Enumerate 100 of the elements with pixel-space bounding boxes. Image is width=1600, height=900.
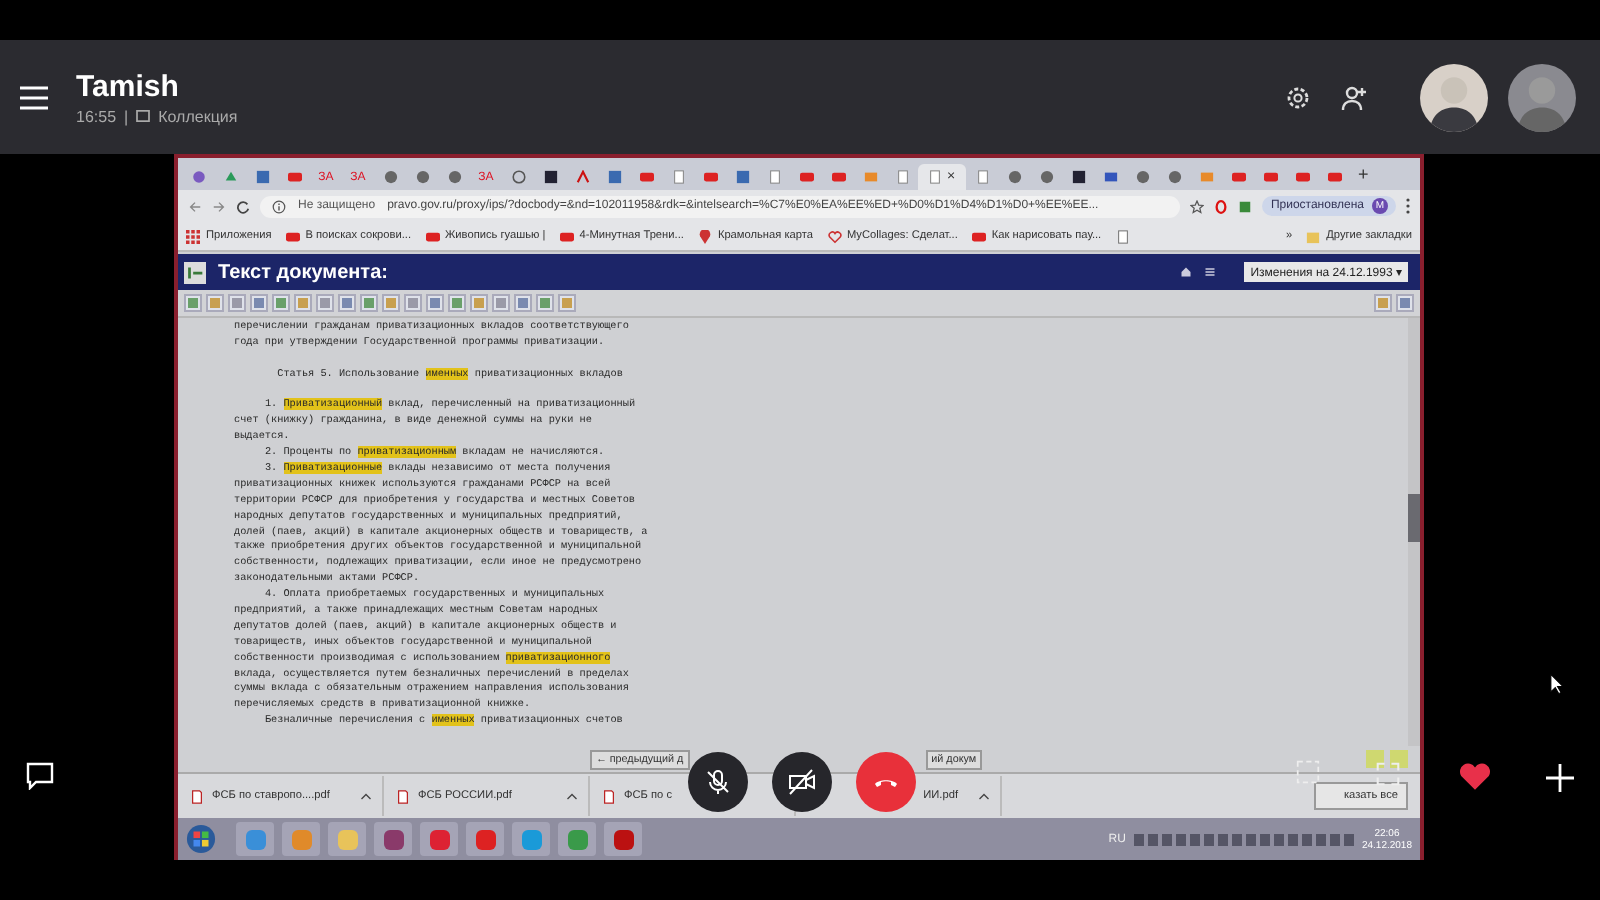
toolbar-icon (562, 298, 572, 308)
globe-icon (1135, 170, 1149, 184)
extension-icon[interactable] (1238, 199, 1253, 213)
page-icon (735, 170, 749, 184)
back-icon[interactable] (188, 199, 202, 213)
globe-icon (415, 170, 429, 184)
pdf-icon (190, 789, 204, 803)
page-icon (255, 170, 269, 184)
screen-share-icon[interactable] (1296, 760, 1320, 784)
settings-icon[interactable] (1284, 83, 1312, 111)
page-icon (767, 170, 781, 184)
toolbar-icon (1400, 298, 1410, 308)
clock-icon (511, 170, 525, 184)
document-title: Текст документа: (218, 261, 388, 283)
avatar[interactable] (1420, 63, 1488, 131)
mail-icon (863, 170, 877, 184)
caret-icon[interactable] (566, 792, 578, 800)
caret-icon[interactable] (978, 792, 990, 800)
star-icon[interactable] (1190, 199, 1205, 213)
reload-icon[interactable] (236, 199, 250, 213)
add-icon[interactable] (1546, 764, 1574, 792)
globe-icon (1167, 170, 1181, 184)
app-icon (291, 829, 311, 849)
app-icon (475, 829, 495, 849)
taskbar-button[interactable] (466, 822, 504, 856)
avatar[interactable] (1508, 63, 1576, 131)
menu-icon[interactable] (20, 85, 48, 109)
app-icon (383, 829, 403, 849)
gallery-icon (136, 110, 151, 122)
video-icon (1231, 170, 1245, 184)
page-icon (975, 170, 989, 184)
toolbar-icon (320, 298, 330, 308)
heart-icon[interactable] (1458, 762, 1492, 792)
opera-icon[interactable] (1214, 199, 1229, 213)
video-icon (285, 229, 300, 243)
page-icon (895, 170, 909, 184)
new-tab-button[interactable]: + (1358, 164, 1369, 184)
contact-name: Tamish (76, 69, 181, 103)
start-button[interactable] (186, 824, 216, 854)
flag-icon (1103, 170, 1117, 184)
fullscreen-icon[interactable] (1376, 762, 1400, 786)
video-icon (287, 170, 301, 184)
document-logo-icon (184, 261, 206, 283)
bookmark[interactable] (1115, 229, 1130, 243)
call-time: 16:55 (76, 107, 117, 125)
toolbar-icon (540, 298, 550, 308)
caret-icon[interactable] (360, 792, 372, 800)
info-icon[interactable] (272, 199, 286, 213)
app-icon (567, 829, 587, 849)
video-icon (831, 170, 845, 184)
heart-icon (827, 229, 841, 243)
toolbar-icon (1378, 298, 1388, 308)
toolbar-icon (364, 298, 374, 308)
taskbar-button[interactable] (604, 822, 642, 856)
apps-grid-icon (186, 229, 200, 243)
camera-off-icon (788, 768, 816, 796)
globe-icon (1039, 170, 1053, 184)
video-icon (1295, 170, 1309, 184)
app-icon (613, 829, 633, 849)
toolbar-icon (232, 298, 242, 308)
taskbar-button[interactable] (374, 822, 412, 856)
mail-icon (1199, 170, 1213, 184)
app-icon (191, 170, 205, 184)
toolbar-icon (474, 298, 484, 308)
toolbar-icon (496, 298, 506, 308)
scrollbar[interactable] (1408, 318, 1420, 746)
app-icon (245, 829, 265, 849)
page-icon (1115, 229, 1130, 243)
video-icon (559, 229, 574, 243)
home-icon[interactable] (1180, 266, 1193, 278)
video-icon (703, 170, 717, 184)
pdf-icon (396, 789, 410, 803)
scroll-thumb[interactable] (1408, 494, 1420, 542)
video-icon (971, 229, 986, 243)
page-icon (607, 170, 621, 184)
toolbar-icon (342, 298, 352, 308)
toolbar-icon (210, 298, 220, 308)
list-icon[interactable] (1204, 266, 1217, 278)
page-icon (928, 170, 943, 184)
add-person-icon[interactable] (1340, 83, 1368, 111)
video-icon (425, 229, 440, 243)
taskbar-button[interactable] (420, 822, 458, 856)
collection-link[interactable]: Коллекция (158, 107, 238, 125)
chat-icon[interactable] (26, 762, 54, 790)
cursor-icon (1550, 672, 1564, 696)
square-icon (1071, 170, 1085, 184)
globe-icon (447, 170, 461, 184)
page-icon (671, 170, 685, 184)
pdf-icon (602, 789, 616, 803)
toolbar-icon (254, 298, 264, 308)
app-icon (429, 829, 449, 849)
toolbar-icon (518, 298, 528, 308)
globe-icon (383, 170, 397, 184)
video-icon (1263, 170, 1277, 184)
toolbar-icon (430, 298, 440, 308)
toolbar-icon (452, 298, 462, 308)
forward-icon[interactable] (212, 199, 226, 213)
app-icon (521, 829, 541, 849)
square-icon (543, 170, 557, 184)
video-icon (639, 170, 653, 184)
